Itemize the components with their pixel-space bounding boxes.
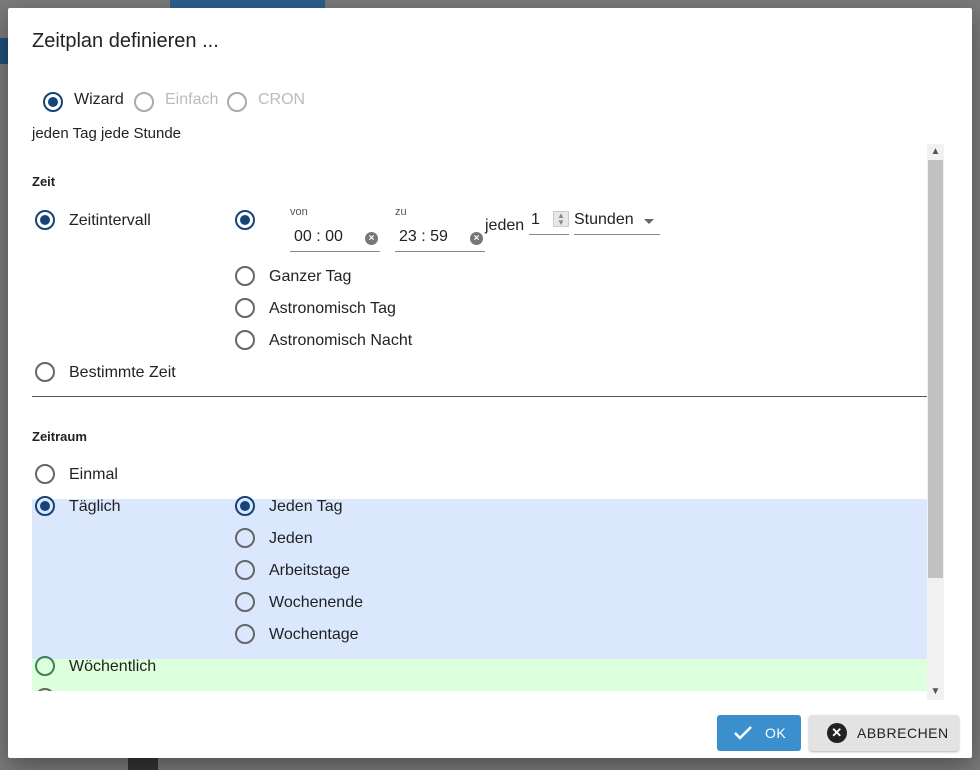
background-toolbar bbox=[128, 757, 158, 770]
jeden-radio[interactable] bbox=[235, 528, 255, 548]
content-scrollbar[interactable]: ▲ ▼ bbox=[927, 144, 944, 700]
einmal-radio[interactable] bbox=[35, 464, 55, 484]
zeitintervall-label[interactable]: Zeitintervall bbox=[69, 212, 151, 230]
background-strip bbox=[0, 38, 8, 64]
schedule-dialog: Zeitplan definieren ... Wizard Einfach C… bbox=[8, 8, 972, 758]
interval-number-value: 1 bbox=[531, 211, 540, 228]
zu-time-input[interactable]: 23 : 59 × bbox=[395, 224, 485, 252]
wochenende-label[interactable]: Wochenende bbox=[269, 594, 363, 612]
mode-wizard-label[interactable]: Wizard bbox=[74, 91, 124, 109]
bestimmte-zeit-radio[interactable] bbox=[35, 362, 55, 382]
jeden-option-label[interactable]: Jeden bbox=[269, 530, 313, 548]
spinner-icon[interactable]: ▲ ▼ bbox=[553, 211, 569, 227]
chevron-down-icon bbox=[644, 219, 654, 224]
taeglich-panel bbox=[32, 499, 927, 659]
schedule-summary: jeden Tag jede Stunde bbox=[32, 125, 182, 142]
mode-einfach-radio[interactable] bbox=[134, 92, 154, 112]
astronomisch-tag-radio[interactable] bbox=[235, 298, 255, 318]
ganzer-tag-radio[interactable] bbox=[235, 266, 255, 286]
zu-time-value: 23 : 59 bbox=[399, 228, 448, 245]
scroll-up-icon[interactable]: ▲ bbox=[927, 144, 944, 160]
einmal-label[interactable]: Einmal bbox=[69, 466, 118, 484]
ok-button[interactable]: OK bbox=[717, 715, 801, 751]
woechentlich-radio[interactable] bbox=[35, 656, 55, 676]
jeden-tag-label[interactable]: Jeden Tag bbox=[269, 498, 343, 516]
interval-range-radio[interactable] bbox=[235, 210, 255, 230]
arbeitstage-label[interactable]: Arbeitstage bbox=[269, 562, 350, 580]
jeden-tag-radio[interactable] bbox=[235, 496, 255, 516]
check-icon bbox=[734, 726, 752, 740]
close-icon: ✕ bbox=[827, 723, 847, 743]
zu-label: zu bbox=[395, 206, 407, 218]
astronomisch-nacht-label[interactable]: Astronomisch Nacht bbox=[269, 332, 412, 350]
von-clear-icon[interactable]: × bbox=[365, 232, 378, 245]
zeit-section-title: Zeit bbox=[32, 174, 56, 189]
section-divider bbox=[32, 396, 927, 397]
von-label: von bbox=[290, 206, 308, 218]
schedule-content: Zeit Zeitintervall von 00 : 00 × zu 23 :… bbox=[32, 144, 943, 691]
dialog-title: Zeitplan definieren ... bbox=[32, 30, 219, 52]
wochenende-radio[interactable] bbox=[235, 592, 255, 612]
mode-cron-radio[interactable] bbox=[227, 92, 247, 112]
ganzer-tag-label[interactable]: Ganzer Tag bbox=[269, 268, 351, 286]
zeitraum-section-title: Zeitraum bbox=[32, 429, 87, 444]
jeden-label: jeden bbox=[485, 217, 525, 234]
taeglich-radio[interactable] bbox=[35, 496, 55, 516]
ok-button-label: OK bbox=[765, 725, 787, 741]
wochentage-radio[interactable] bbox=[235, 624, 255, 644]
zu-clear-icon[interactable]: × bbox=[470, 232, 483, 245]
scroll-down-icon[interactable]: ▼ bbox=[927, 684, 944, 700]
wochentage-label[interactable]: Wochentage bbox=[269, 626, 359, 644]
mode-einfach-label[interactable]: Einfach bbox=[165, 91, 218, 109]
von-time-input[interactable]: 00 : 00 × bbox=[290, 224, 380, 252]
taeglich-label[interactable]: Täglich bbox=[69, 498, 121, 516]
interval-unit-value: Stunden bbox=[574, 211, 634, 228]
woechentlich-label[interactable]: Wöchentlich bbox=[69, 658, 156, 676]
woechentlich-panel bbox=[32, 659, 927, 691]
von-time-value: 00 : 00 bbox=[294, 228, 343, 245]
cancel-button[interactable]: ✕ ABBRECHEN bbox=[809, 715, 959, 751]
arbeitstage-radio[interactable] bbox=[235, 560, 255, 580]
cancel-button-label: ABBRECHEN bbox=[857, 725, 949, 741]
mode-cron-label[interactable]: CRON bbox=[258, 91, 305, 109]
astronomisch-nacht-radio[interactable] bbox=[235, 330, 255, 350]
interval-number-input[interactable]: 1 ▲ ▼ bbox=[529, 209, 569, 235]
zeitintervall-radio[interactable] bbox=[35, 210, 55, 230]
mode-wizard-radio[interactable] bbox=[43, 92, 63, 112]
interval-unit-select[interactable]: Stunden bbox=[574, 209, 660, 235]
astronomisch-tag-label[interactable]: Astronomisch Tag bbox=[269, 300, 396, 318]
background-tab bbox=[170, 0, 325, 8]
scrollbar-thumb[interactable] bbox=[928, 160, 943, 578]
bestimmte-zeit-label[interactable]: Bestimmte Zeit bbox=[69, 364, 176, 382]
